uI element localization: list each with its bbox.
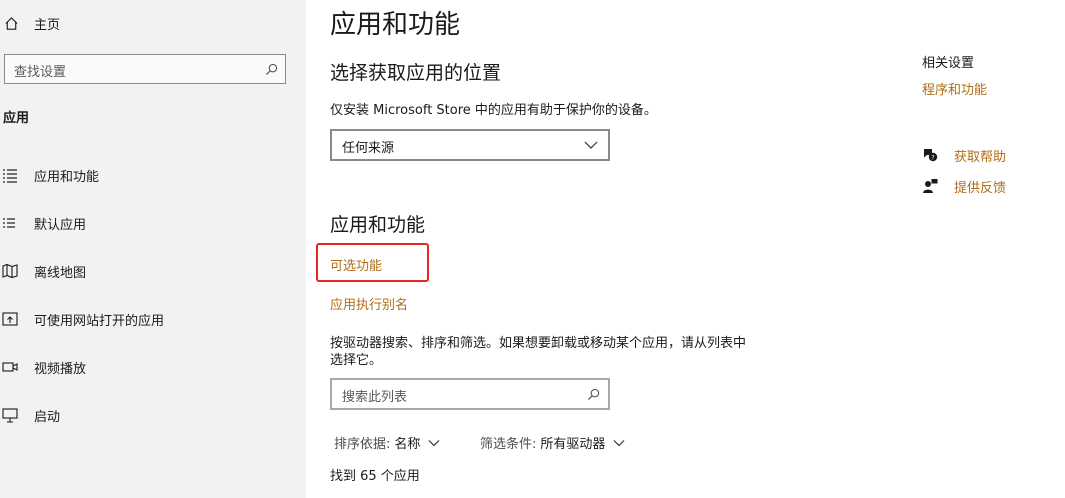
filter-label: 筛选条件: — [480, 437, 537, 452]
sidebar-item-default-apps[interactable]: 默认应用 — [0, 212, 86, 234]
offline-maps-icon — [2, 263, 20, 279]
app-list-search-placeholder: 搜索此列表 — [342, 390, 408, 405]
sidebar-item-label: 可使用网站打开的应用 — [34, 313, 165, 329]
sidebar-item-label: 启动 — [34, 409, 61, 425]
default-apps-icon — [2, 215, 20, 231]
optional-features-link[interactable]: 可选功能 — [330, 255, 382, 274]
sidebar-item-offline-maps[interactable]: 离线地图 — [0, 260, 86, 282]
settings-search-input[interactable]: 查找设置 — [4, 54, 286, 84]
install-source-description: 仅安装 Microsoft Store 中的应用有助于保护你的设备。 — [330, 103, 657, 118]
sidebar-item-label: 应用和功能 — [34, 169, 100, 185]
chevron-down-icon — [428, 439, 440, 446]
apps-features-icon — [2, 167, 20, 183]
sidebar-item-label: 离线地图 — [34, 265, 87, 281]
apps-description-line1: 按驱动器搜索、排序和筛选。如果想要卸载或移动某个应用，请从列表中 — [330, 336, 747, 351]
sidebar: 主页 查找设置 应用 应用和功能 默认应用 离线地图 可使用网站打开的应用 视频… — [0, 0, 306, 498]
related-settings-heading: 相关设置 — [922, 56, 975, 71]
give-feedback-label: 提供反馈 — [954, 180, 1007, 196]
settings-search-placeholder: 查找设置 — [14, 65, 67, 80]
home-label: 主页 — [34, 17, 61, 33]
sidebar-item-label: 默认应用 — [34, 217, 87, 233]
install-source-heading: 选择获取应用的位置 — [330, 62, 502, 84]
feedback-person-icon — [923, 179, 938, 193]
app-list-search-input[interactable]: 搜索此列表 — [330, 378, 610, 410]
sidebar-item-startup[interactable]: 启动 — [0, 404, 60, 426]
home-nav[interactable]: 主页 — [4, 12, 60, 34]
sort-label: 排序依据: — [334, 437, 391, 452]
programs-features-link[interactable]: 程序和功能 — [922, 79, 987, 98]
search-icon[interactable] — [587, 388, 600, 401]
get-help-label: 获取帮助 — [954, 149, 1007, 165]
chevron-down-icon — [613, 439, 625, 446]
filter-value: 所有驱动器 — [540, 437, 606, 452]
chevron-down-icon — [584, 141, 598, 149]
give-feedback-link[interactable]: 提供反馈 — [922, 176, 1006, 196]
related-settings-panel: 相关设置 程序和功能 ? 获取帮助 提供反馈 — [906, 0, 1065, 498]
video-playback-icon — [2, 359, 20, 375]
apps-description-line2: 选择它。 — [330, 353, 383, 368]
svg-text:?: ? — [931, 154, 934, 161]
install-source-value: 任何来源 — [342, 141, 395, 156]
sidebar-item-apps-for-websites[interactable]: 可使用网站打开的应用 — [0, 308, 164, 330]
get-help-link[interactable]: ? 获取帮助 — [922, 145, 1006, 165]
main-content: 应用和功能 选择获取应用的位置 仅安装 Microsoft Store 中的应用… — [306, 0, 906, 498]
sort-value: 名称 — [394, 437, 421, 452]
sidebar-item-apps-features[interactable]: 应用和功能 — [0, 164, 99, 186]
page-title: 应用和功能 — [330, 10, 461, 40]
section-label-apps: 应用 — [3, 111, 30, 126]
app-aliases-link[interactable]: 应用执行别名 — [330, 294, 408, 313]
apps-features-heading: 应用和功能 — [330, 214, 426, 236]
apps-for-websites-icon — [2, 311, 20, 327]
install-source-dropdown[interactable]: 任何来源 — [330, 129, 610, 161]
home-icon — [5, 16, 18, 30]
sort-dropdown[interactable]: 排序依据: 名称 — [334, 433, 440, 452]
sidebar-item-label: 视频播放 — [34, 361, 87, 377]
result-count: 找到 65 个应用 — [330, 469, 420, 484]
search-icon[interactable] — [265, 63, 278, 76]
filter-dropdown[interactable]: 筛选条件: 所有驱动器 — [480, 433, 625, 452]
startup-icon — [2, 407, 20, 423]
help-chat-icon: ? — [924, 149, 938, 161]
sidebar-item-video-playback[interactable]: 视频播放 — [0, 356, 86, 378]
